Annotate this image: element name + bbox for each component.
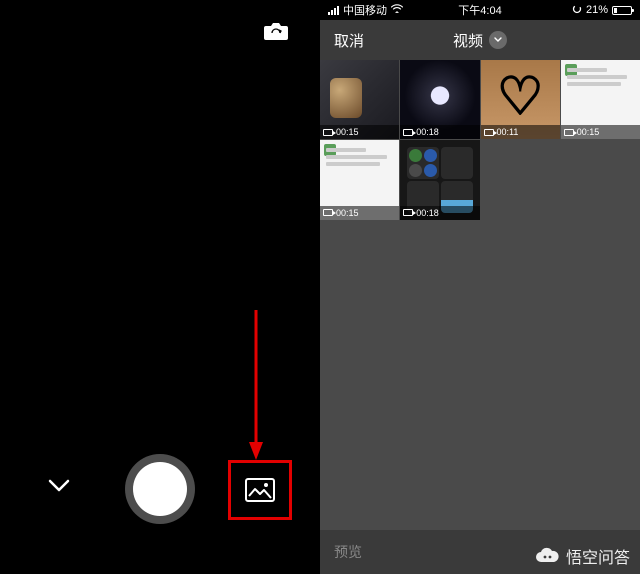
video-icon — [403, 129, 413, 136]
camera-flip-icon — [262, 20, 290, 42]
video-picker-screen: 中国移动 下午4:04 21% 取消 视频 00:15 00:18 — [320, 0, 640, 574]
video-icon — [484, 129, 494, 136]
video-icon — [323, 209, 333, 216]
status-bar: 中国移动 下午4:04 21% — [320, 0, 640, 20]
video-thumb[interactable]: 00:15 — [320, 140, 399, 219]
video-thumb[interactable]: 00:11 — [481, 60, 560, 139]
video-thumb[interactable]: 00:18 — [400, 60, 479, 139]
video-icon — [564, 129, 574, 136]
shutter-button[interactable] — [125, 454, 195, 524]
camera-flip-button[interactable] — [262, 20, 290, 42]
video-duration: 00:18 — [416, 127, 439, 137]
video-icon — [403, 209, 413, 216]
video-duration: 00:15 — [336, 208, 359, 218]
video-duration: 00:15 — [336, 127, 359, 137]
cancel-button[interactable]: 取消 — [334, 30, 364, 51]
battery-percent: 21% — [586, 4, 608, 16]
watermark-logo-icon — [534, 547, 560, 565]
watermark-text: 悟空问答 — [566, 544, 630, 568]
grid-empty-area — [320, 220, 640, 531]
video-duration: 00:15 — [577, 127, 600, 137]
preview-button[interactable]: 预览 — [334, 542, 362, 562]
collapse-button[interactable] — [48, 476, 70, 499]
media-type-dropdown[interactable]: 视频 — [453, 30, 507, 51]
chevron-down-icon — [48, 479, 70, 493]
wifi-icon — [391, 4, 403, 16]
loading-icon — [572, 4, 582, 17]
video-icon — [323, 129, 333, 136]
video-grid: 00:15 00:18 00:11 00:15 00:15 00:18 — [320, 60, 640, 220]
video-thumb[interactable]: 00:18 — [400, 140, 479, 219]
video-thumb[interactable]: 00:15 — [320, 60, 399, 139]
carrier-label: 中国移动 — [343, 2, 387, 18]
signal-icon — [328, 6, 339, 15]
battery-icon — [612, 6, 632, 15]
gallery-icon — [245, 478, 275, 502]
camera-screen — [0, 0, 320, 574]
gallery-button[interactable] — [238, 468, 282, 512]
watermark: 悟空问答 — [534, 544, 630, 568]
annotation-arrow — [248, 310, 264, 460]
video-duration: 00:11 — [497, 127, 519, 137]
nav-title: 视频 — [453, 30, 483, 51]
video-thumb[interactable]: 00:15 — [561, 60, 640, 139]
status-time: 下午4:04 — [458, 2, 501, 18]
chevron-down-icon — [489, 31, 507, 49]
nav-bar: 取消 视频 — [320, 20, 640, 60]
video-duration: 00:18 — [416, 208, 439, 218]
shutter-inner — [133, 462, 187, 516]
